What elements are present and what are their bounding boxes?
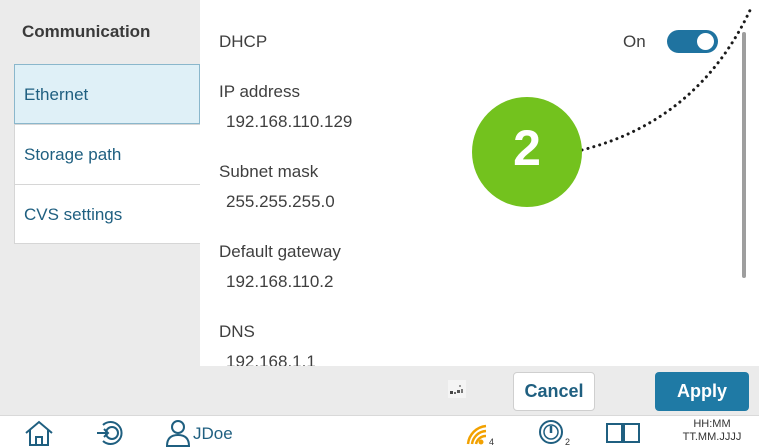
dns-value[interactable]: 192.168.1.1 xyxy=(226,352,316,366)
scrollbar[interactable] xyxy=(742,32,746,278)
callout-badge: 2 xyxy=(472,97,582,207)
dns-label: DNS xyxy=(219,322,255,341)
clock-date: TT.MM.JJJJ xyxy=(682,431,742,443)
ethernet-settings-panel: DHCP On IP address 192.168.110.129 Subne… xyxy=(200,0,759,366)
default-gateway-label: Default gateway xyxy=(219,242,341,261)
default-gateway-value[interactable]: 192.168.110.2 xyxy=(226,272,333,292)
user-icon[interactable] xyxy=(164,418,192,448)
action-bar: Cancel Apply xyxy=(200,366,759,415)
power-icon[interactable] xyxy=(538,418,564,446)
ip-address-label: IP address xyxy=(219,82,300,101)
ip-address-value[interactable]: 192.168.110.129 xyxy=(226,112,352,132)
dhcp-label: DHCP xyxy=(219,32,268,51)
apply-button[interactable]: Apply xyxy=(655,372,749,411)
sidebar-header: Communication xyxy=(22,22,151,41)
sidebar-item-storage-path[interactable]: Storage path xyxy=(14,124,200,184)
screen: Communication Ethernet Storage path CVS … xyxy=(0,0,759,448)
sidebar-item-label: CVS settings xyxy=(24,205,123,224)
logout-icon[interactable] xyxy=(94,418,124,448)
wifi-signal-icon[interactable] xyxy=(466,418,488,446)
toggle-knob xyxy=(697,33,714,50)
subnet-mask-label: Subnet mask xyxy=(219,162,319,181)
power-count: 2 xyxy=(565,437,571,447)
callout-number: 2 xyxy=(513,120,541,176)
home-icon[interactable] xyxy=(22,418,56,448)
user-name[interactable]: JDoe xyxy=(193,424,233,444)
sidebar-item-label: Storage path xyxy=(24,145,122,164)
sidebar-item-ethernet[interactable]: Ethernet xyxy=(14,64,200,124)
dhcp-state-label: On xyxy=(623,32,646,51)
sidebar: Communication Ethernet Storage path CVS … xyxy=(0,0,200,415)
wifi-count: 4 xyxy=(489,437,495,447)
cancel-button[interactable]: Cancel xyxy=(513,372,595,411)
subnet-mask-value[interactable]: 255.255.255.0 xyxy=(226,192,335,212)
qr-code-icon xyxy=(448,380,466,398)
dhcp-toggle[interactable] xyxy=(667,30,718,53)
book-icon[interactable] xyxy=(605,418,641,446)
sidebar-item-label: Ethernet xyxy=(24,85,89,104)
bottom-bar: JDoe 4 2 HH:MM TT.MM.JJJJ xyxy=(0,415,759,448)
sidebar-item-cvs-settings[interactable]: CVS settings xyxy=(14,184,200,244)
clock-time: HH:MM xyxy=(693,418,731,430)
